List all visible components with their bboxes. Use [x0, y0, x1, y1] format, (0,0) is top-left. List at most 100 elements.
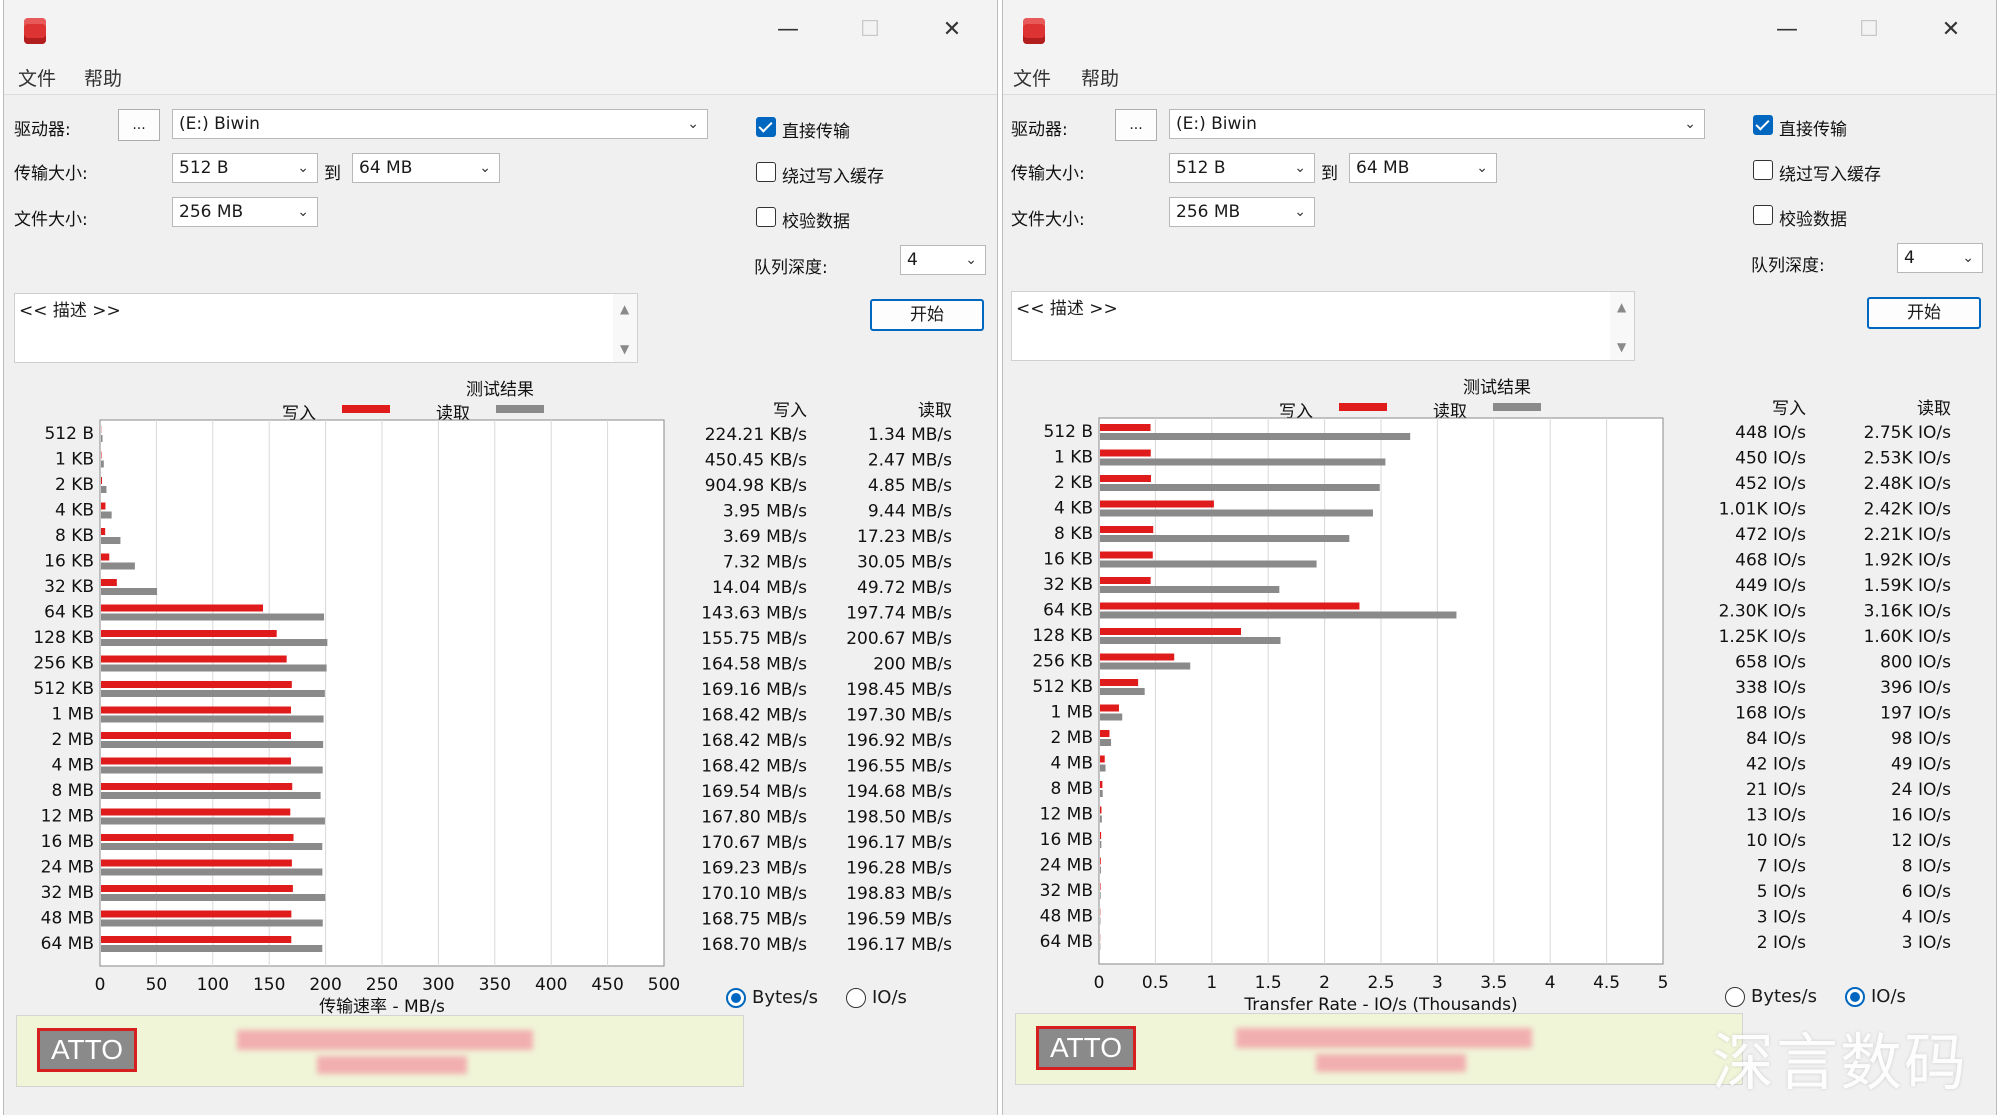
read-value-label: 196.92 MB/s: [846, 731, 952, 751]
verify-data-checkbox[interactable]: [1753, 205, 1773, 225]
scroll-down-icon[interactable]: ▼: [1617, 340, 1626, 354]
close-button[interactable]: ✕: [1931, 14, 1971, 46]
minimize-button[interactable]: —: [1767, 14, 1807, 46]
write-column-header: 写入: [773, 401, 807, 421]
write-bar: [101, 477, 103, 484]
transfer-size-to-select[interactable]: 64 MB ⌄: [352, 153, 500, 183]
queue-depth-select[interactable]: 4 ⌄: [1897, 243, 1983, 273]
read-value-label: 196.28 MB/s: [846, 859, 952, 879]
scroll-up-icon[interactable]: ▲: [620, 302, 629, 316]
y-category-label: 2 KB: [1054, 473, 1093, 493]
io-per-sec-radio[interactable]: [846, 988, 866, 1008]
write-value-label: 169.23 MB/s: [701, 859, 807, 879]
menu-file[interactable]: 文件: [1013, 64, 1051, 91]
write-value-label: 450 IO/s: [1735, 449, 1806, 469]
write-bar: [101, 732, 291, 739]
browse-button[interactable]: ...: [1115, 109, 1157, 141]
drive-select[interactable]: (E:) Biwin ⌄: [172, 109, 708, 139]
write-value-label: 155.75 MB/s: [701, 629, 807, 649]
chevron-down-icon: ⌄: [1294, 160, 1306, 176]
scroll-up-icon[interactable]: ▲: [1617, 300, 1626, 314]
description-text: << 描述 >>: [19, 301, 121, 321]
bytes-per-sec-label: Bytes/s: [752, 987, 818, 1008]
read-bar: [101, 792, 321, 799]
bytes-per-sec-radio[interactable]: [1725, 987, 1745, 1007]
verify-data-checkbox[interactable]: [756, 207, 776, 227]
chevron-down-icon: ⌄: [687, 116, 699, 132]
y-category-label: 1 MB: [51, 705, 94, 725]
y-category-label: 16 MB: [1040, 830, 1093, 850]
chevron-down-icon: ⌄: [1684, 116, 1696, 132]
menu-help[interactable]: 帮助: [1081, 64, 1119, 91]
drive-value: (E:) Biwin: [1176, 114, 1257, 134]
y-category-label: 32 MB: [41, 883, 94, 903]
drive-select[interactable]: (E:) Biwin ⌄: [1169, 109, 1705, 139]
queue-depth-select[interactable]: 4 ⌄: [900, 245, 986, 275]
read-bar: [101, 843, 323, 850]
queue-depth-value: 4: [1904, 248, 1915, 268]
to-label: 到: [1321, 164, 1338, 184]
y-category-label: 1 KB: [55, 450, 94, 470]
start-button[interactable]: 开始: [870, 299, 984, 331]
read-value-label: 1.92K IO/s: [1864, 551, 1952, 571]
write-value-label: 168.42 MB/s: [701, 706, 807, 726]
y-category-label: 2 MB: [51, 730, 94, 750]
maximize-button[interactable]: ☐: [1849, 14, 1889, 46]
description-box[interactable]: << 描述 >> ▲ ▼: [14, 293, 638, 363]
read-value-label: 200.67 MB/s: [846, 629, 952, 649]
read-value-label: 196.17 MB/s: [846, 935, 952, 955]
write-bar: [101, 451, 102, 459]
transfer-size-from-value: 512 B: [1176, 158, 1226, 178]
y-category-label: 8 KB: [55, 526, 94, 546]
file-size-label: 文件大小:: [1011, 210, 1085, 230]
bytes-per-sec-radio[interactable]: [726, 988, 746, 1008]
x-tick-label: 300: [422, 975, 454, 995]
start-button[interactable]: 开始: [1867, 297, 1981, 329]
y-category-label: 32 KB: [1043, 575, 1093, 595]
browse-button[interactable]: ...: [118, 109, 160, 141]
description-scrollbar[interactable]: ▲ ▼: [613, 294, 637, 362]
drive-value: (E:) Biwin: [179, 114, 260, 134]
description-scrollbar[interactable]: ▲ ▼: [1610, 292, 1634, 360]
transfer-size-from-select[interactable]: 512 B ⌄: [172, 153, 318, 183]
read-bar: [1100, 866, 1101, 874]
atto-app-icon: [24, 18, 46, 44]
read-value-label: 196.59 MB/s: [846, 910, 952, 930]
io-per-sec-radio[interactable]: [1845, 987, 1865, 1007]
write-bar: [101, 885, 293, 892]
bypass-cache-checkbox[interactable]: [1753, 160, 1773, 180]
write-bar: [101, 630, 277, 637]
close-button[interactable]: ✕: [932, 14, 972, 46]
read-bar: [101, 690, 325, 697]
transfer-size-from-select[interactable]: 512 B ⌄: [1169, 153, 1315, 183]
file-size-value: 256 MB: [179, 202, 244, 222]
minimize-button[interactable]: —: [768, 14, 808, 46]
scroll-down-icon[interactable]: ▼: [620, 342, 629, 356]
y-category-label: 8 KB: [1054, 524, 1093, 544]
y-category-label: 64 MB: [1040, 932, 1093, 952]
maximize-button[interactable]: ☐: [850, 14, 890, 46]
read-bar: [101, 613, 325, 621]
read-value-label: 8 IO/s: [1902, 857, 1951, 877]
menu-help[interactable]: 帮助: [84, 64, 122, 91]
direct-io-checkbox[interactable]: [1753, 115, 1773, 135]
results-title: 测试结果: [466, 380, 534, 400]
menu-file[interactable]: 文件: [18, 64, 56, 91]
y-category-label: 16 MB: [41, 832, 94, 852]
read-value-label: 2.47 MB/s: [868, 451, 952, 471]
read-bar: [101, 588, 158, 595]
direct-io-checkbox[interactable]: [756, 117, 776, 137]
write-value-label: 42 IO/s: [1746, 755, 1806, 775]
x-tick-label: 500: [648, 975, 680, 995]
write-bar: [101, 502, 106, 510]
bypass-cache-checkbox[interactable]: [756, 162, 776, 182]
y-category-label: 16 KB: [1043, 550, 1093, 570]
atto-banner: ATTO: [1015, 1013, 1743, 1085]
read-value-label: 17.23 MB/s: [857, 527, 952, 547]
file-size-select[interactable]: 256 MB ⌄: [1169, 197, 1315, 227]
description-box[interactable]: << 描述 >> ▲ ▼: [1011, 291, 1635, 361]
file-size-select[interactable]: 256 MB ⌄: [172, 197, 318, 227]
y-category-label: 512 KB: [1032, 677, 1093, 697]
transfer-size-to-select[interactable]: 64 MB ⌄: [1349, 153, 1497, 183]
x-axis-label: 传输速率 - MB/s: [319, 997, 445, 1017]
